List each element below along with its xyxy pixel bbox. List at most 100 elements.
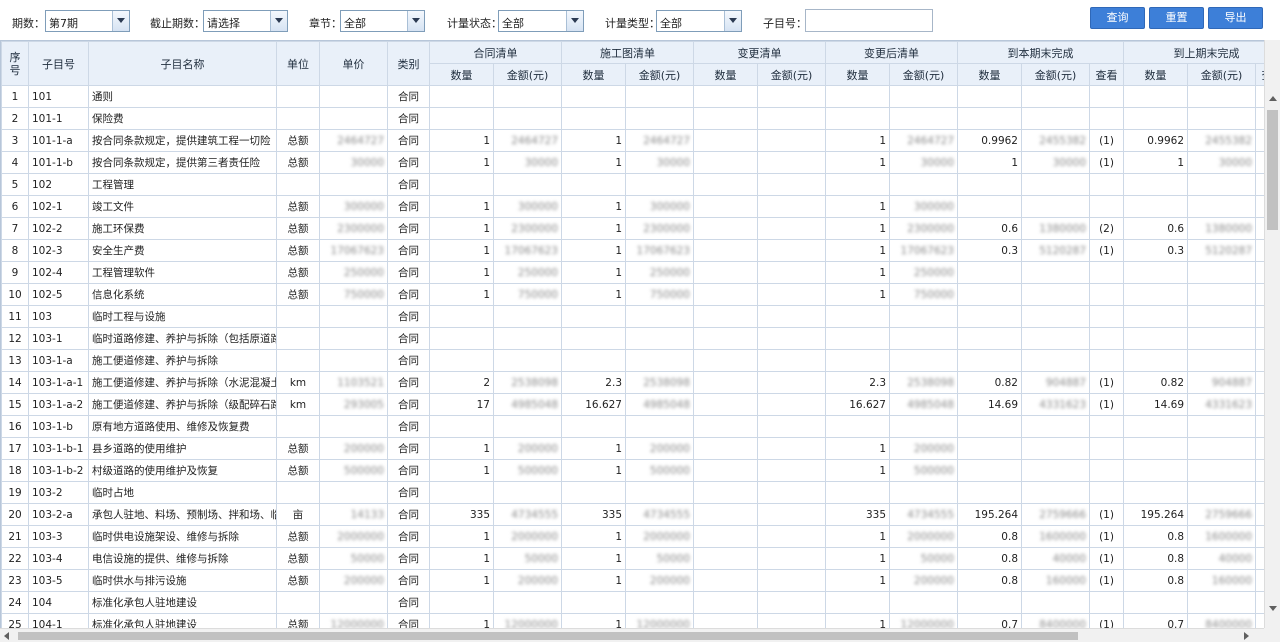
vertical-scroll-thumb[interactable]	[1267, 110, 1278, 230]
horizontal-scroll-thumb[interactable]	[18, 632, 1078, 640]
table-row[interactable]: 19 103-2 临时占地 合同	[1, 481, 1264, 504]
cell-current-end-view[interactable]: (2)	[1088, 217, 1125, 240]
vertical-scrollbar[interactable]	[1264, 40, 1280, 628]
cell-current-end-view[interactable]	[1088, 415, 1125, 438]
cell-current-end-view[interactable]: (1)	[1088, 393, 1125, 416]
chevron-down-icon[interactable]	[566, 11, 583, 31]
cell-current-end-view[interactable]	[1088, 195, 1125, 218]
cell-current-end-view[interactable]	[1088, 327, 1125, 350]
reset-button[interactable]: 重置	[1149, 7, 1204, 29]
scroll-down-arrow-icon[interactable]	[1269, 606, 1277, 611]
table-row[interactable]: 8 102-3 安全生产费 总额 17067623 合同 1 17067623 1 1706762…	[1, 239, 1264, 262]
table-row[interactable]: 9 102-4 工程管理软件 总额 250000 合同 1 250000 1 250000 1 250…	[1, 261, 1264, 284]
horizontal-scrollbar[interactable]	[0, 628, 1264, 642]
chevron-down-icon[interactable]	[407, 11, 424, 31]
cell-current-end-view[interactable]: (1)	[1088, 151, 1125, 174]
cell-current-end-view[interactable]	[1088, 261, 1125, 284]
table-row[interactable]: 20 103-2-a 承包人驻地、料场、预制场、拌和场、临 亩 14133 合同 335 47…	[1, 503, 1264, 526]
cell-current-end-view[interactable]: (1)	[1088, 239, 1125, 262]
cell-current-end-view[interactable]: (1)	[1088, 371, 1125, 394]
table-row[interactable]: 6 102-1 竣工文件 总额 300000 合同 1 300000 1 300000 1 30000…	[1, 195, 1264, 218]
cell-current-end-view-value[interactable]: (1)	[1099, 135, 1114, 147]
cell-current-end-view-value[interactable]: (1)	[1099, 509, 1114, 521]
table-row[interactable]: 5 102 工程管理 合同	[1, 173, 1264, 196]
table-row[interactable]: 3 101-1-a 按合同条款规定，提供建筑工程一切险 总额 2464727 合同 1 246…	[1, 129, 1264, 152]
cell-after-change-amount-value: 17067623	[900, 244, 954, 257]
chevron-down-icon[interactable]	[724, 11, 741, 31]
cell-current-end-view[interactable]	[1088, 85, 1125, 108]
cell-current-end-view[interactable]	[1088, 283, 1125, 306]
cell-current-end-view[interactable]	[1088, 107, 1125, 130]
cell-current-end-view[interactable]	[1088, 437, 1125, 460]
period-select[interactable]: 第7期	[45, 10, 130, 32]
scroll-left-arrow-icon[interactable]	[4, 632, 9, 640]
table-row[interactable]: 16 103-1-b 原有地方道路使用、维修及恢复费 合同	[1, 415, 1264, 438]
table-row[interactable]: 25 104-1 标准化承包人驻地建设 总额 12000000 合同 1 12000000 1 1…	[1, 613, 1264, 629]
cell-current-end-view-value[interactable]: (1)	[1099, 619, 1114, 629]
cell-current-end-view[interactable]: (1)	[1088, 503, 1125, 526]
chevron-down-icon[interactable]	[270, 11, 287, 31]
table-row[interactable]: 15 103-1-a-2 施工便道修建、养护与拆除（级配碎石路 km 293005 合同 1…	[1, 393, 1264, 416]
cell-change-qty	[693, 591, 758, 614]
chapter-select[interactable]: 全部	[340, 10, 425, 32]
table-row[interactable]: 4 101-1-b 按合同条款规定，提供第三者责任险 总额 30000 合同 1 30000 1…	[1, 151, 1264, 174]
cell-drawing-amount	[625, 305, 694, 328]
cell-drawing-qty-value: 1	[615, 134, 622, 147]
cell-code-value: 103-5	[32, 574, 63, 587]
cell-current-end-view-value[interactable]: (1)	[1099, 245, 1114, 257]
cell-current-end-view[interactable]	[1088, 459, 1125, 482]
query-button[interactable]: 查询	[1090, 7, 1145, 29]
cell-current-end-view-value[interactable]: (1)	[1099, 399, 1114, 411]
cell-current-end-view-value[interactable]: (1)	[1099, 377, 1114, 389]
subitem-input[interactable]	[805, 9, 933, 32]
cell-current-end-view[interactable]: (1)	[1088, 525, 1125, 548]
table-row[interactable]: 18 103-1-b-2 村级道路的使用维护及恢复 总额 500000 合同 1 500000…	[1, 459, 1264, 482]
cell-current-end-view[interactable]	[1088, 591, 1125, 614]
cell-category-value: 合同	[398, 267, 419, 279]
cell-current-end-view[interactable]: (1)	[1088, 129, 1125, 152]
table-row[interactable]: 23 103-5 临时供水与排污设施 总额 200000 合同 1 200000 1 200000…	[1, 569, 1264, 592]
cell-current-end-view[interactable]	[1088, 305, 1125, 328]
cell-code-value: 103-3	[32, 530, 63, 543]
table-row[interactable]: 12 103-1 临时道路修建、养护与拆除（包括原道路 合同	[1, 327, 1264, 350]
table-row[interactable]: 21 103-3 临时供电设施架设、维修与拆除 总额 2000000 合同 1 2000000…	[1, 525, 1264, 548]
cell-name: 临时占地	[88, 481, 277, 504]
cell-seq: 7	[1, 217, 29, 240]
scroll-up-arrow-icon[interactable]	[1269, 96, 1277, 101]
cell-current-end-view[interactable]	[1088, 481, 1125, 504]
table-row[interactable]: 10 102-5 信息化系统 总额 750000 合同 1 750000 1 750000 1 750…	[1, 283, 1264, 306]
cell-unit	[276, 305, 320, 328]
cell-current-end-view[interactable]: (1)	[1088, 569, 1125, 592]
table-row[interactable]: 22 103-4 电信设施的提供、维修与拆除 总额 50000 合同 1 50000 1 5000…	[1, 547, 1264, 570]
chevron-down-icon[interactable]	[112, 11, 129, 31]
table-row[interactable]: 17 103-1-b-1 县乡道路的使用维护 总额 200000 合同 1 200000 1 20…	[1, 437, 1264, 460]
cell-current-end-view-value[interactable]: (1)	[1099, 553, 1114, 565]
scroll-right-arrow-icon[interactable]	[1244, 632, 1249, 640]
table-row[interactable]: 7 102-2 施工环保费 总额 2300000 合同 1 2300000 1 2300000 1 2…	[1, 217, 1264, 240]
cell-code-value: 102-4	[32, 266, 63, 279]
table-row[interactable]: 1 101 通则 合同	[1, 85, 1264, 108]
table-row[interactable]: 2 101-1 保险费 合同	[1, 107, 1264, 130]
cell-current-end-view[interactable]	[1088, 349, 1125, 372]
table-row[interactable]: 14 103-1-a-1 施工便道修建、养护与拆除（水泥混凝土 km 1103521 合同…	[1, 371, 1264, 394]
cell-name: 按合同条款规定，提供第三者责任险	[88, 151, 277, 174]
measure-type-select[interactable]: 全部	[656, 10, 742, 32]
cell-current-end-amount	[1021, 481, 1090, 504]
cell-name-value: 承包人驻地、料场、预制场、拌和场、临	[92, 509, 277, 521]
export-button[interactable]: 导出	[1208, 7, 1263, 29]
table-row[interactable]: 24 104 标准化承包人驻地建设 合同	[1, 591, 1264, 614]
cell-current-end-view-value[interactable]: (1)	[1099, 531, 1114, 543]
cell-contract-qty-value: 1	[483, 442, 490, 455]
cell-current-end-view[interactable]: (1)	[1088, 613, 1125, 629]
cell-contract-amount-value: 4734555	[511, 508, 558, 521]
measure-status-select[interactable]: 全部	[498, 10, 584, 32]
cell-name-value: 通则	[92, 91, 113, 103]
cell-current-end-view-value[interactable]: (1)	[1099, 157, 1114, 169]
cell-current-end-view[interactable]: (1)	[1088, 547, 1125, 570]
cell-current-end-view-value[interactable]: (2)	[1099, 223, 1114, 235]
cell-current-end-view[interactable]	[1088, 173, 1125, 196]
cell-current-end-view-value[interactable]: (1)	[1099, 575, 1114, 587]
table-row[interactable]: 11 103 临时工程与设施 合同	[1, 305, 1264, 328]
table-row[interactable]: 13 103-1-a 施工便道修建、养护与拆除 合同	[1, 349, 1264, 372]
cutoff-select[interactable]: 请选择	[203, 10, 288, 32]
